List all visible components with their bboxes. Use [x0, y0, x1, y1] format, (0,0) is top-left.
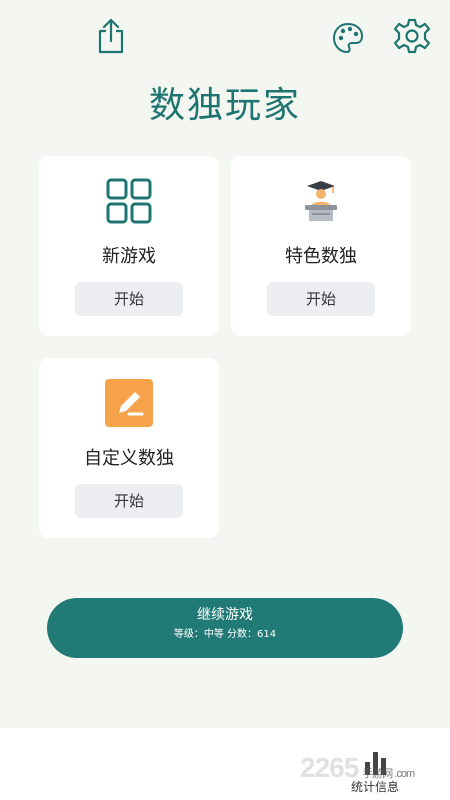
featured-sudoku-card[interactable]: 特色数独 开始 [231, 156, 411, 336]
custom-sudoku-card[interactable]: 自定义数独 开始 [39, 358, 219, 538]
watermark-site: 手游网 .com [362, 768, 415, 780]
continue-game-title: 继续游戏 [197, 607, 253, 623]
custom-sudoku-start-button[interactable]: 开始 [75, 484, 183, 518]
app-title: 数独玩家 [148, 85, 301, 126]
share-button[interactable] [91, 18, 131, 58]
palette-icon [331, 21, 365, 59]
watermark: 2265 手游网 .com [300, 752, 415, 784]
custom-sudoku-label: 自定义数独 [84, 448, 174, 469]
top-bar [0, 0, 450, 80]
new-game-label: 新游戏 [102, 246, 156, 267]
grid-icon [39, 176, 219, 226]
settings-button[interactable] [392, 18, 432, 58]
featured-sudoku-label: 特色数独 [285, 246, 357, 267]
new-game-start-button[interactable]: 开始 [75, 282, 183, 316]
new-game-card[interactable]: 新游戏 开始 [39, 156, 219, 336]
continue-game-subtitle: 等级：中等 分数：614 [173, 629, 277, 640]
share-icon [94, 17, 128, 59]
watermark-text: 2265 [300, 752, 359, 783]
featured-sudoku-start-button[interactable]: 开始 [267, 282, 375, 316]
graduate-icon [231, 176, 411, 226]
edit-icon [39, 378, 219, 428]
continue-game-button[interactable]: 继续游戏 等级：中等 分数：614 [47, 598, 403, 658]
gear-icon [393, 17, 431, 59]
theme-button[interactable] [328, 20, 368, 60]
